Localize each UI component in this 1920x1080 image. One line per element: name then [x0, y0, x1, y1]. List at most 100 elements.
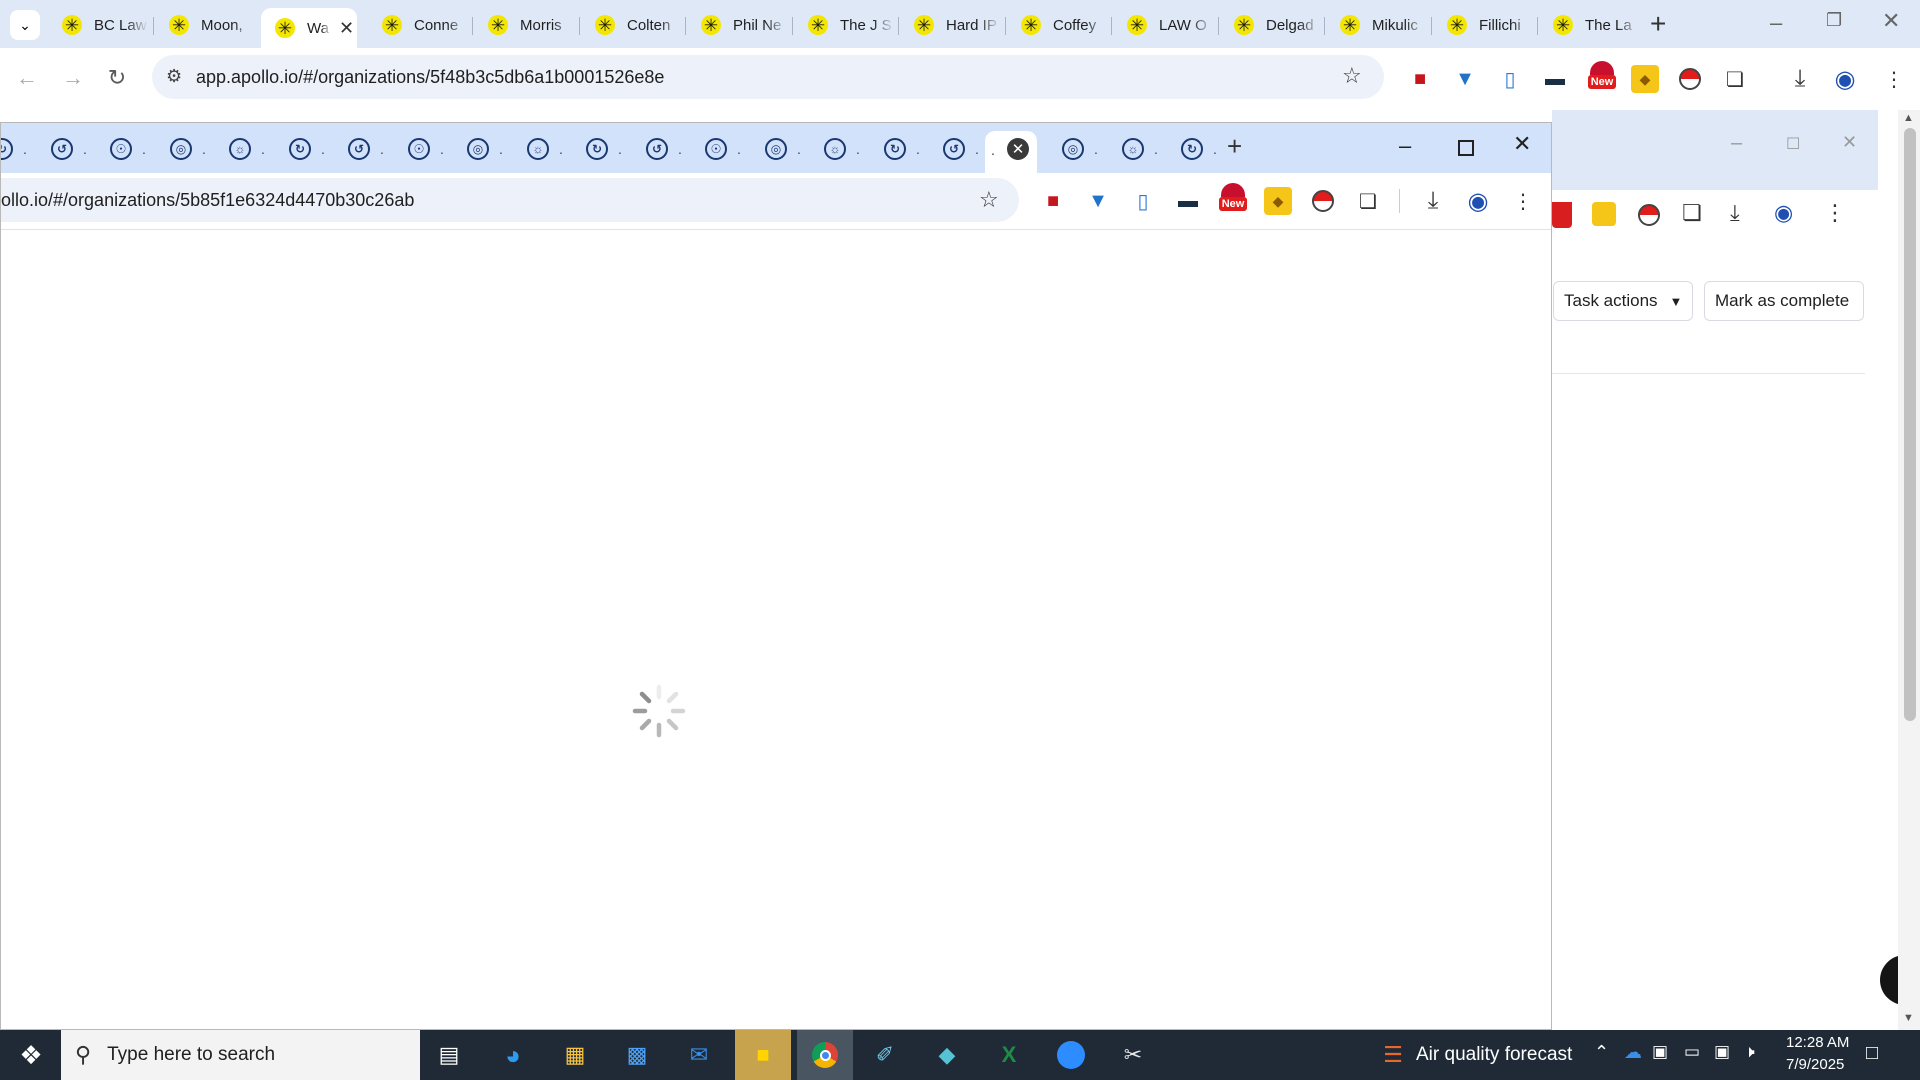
profile-avatar-icon[interactable]: ◉: [1464, 187, 1492, 215]
close-window-button[interactable]: ✕: [1882, 8, 1900, 34]
browser-tab[interactable]: ☉.: [110, 135, 146, 163]
download-icon[interactable]: ⤓: [1786, 65, 1814, 93]
extensions-puzzle-icon[interactable]: ❏: [1721, 65, 1749, 93]
new-extension-icon[interactable]: New: [1217, 183, 1249, 211]
shield-extension-icon[interactable]: ▼: [1084, 187, 1112, 215]
clock-date[interactable]: 7/9/2025: [1786, 1056, 1844, 1073]
maximize-button[interactable]: [1458, 140, 1474, 156]
microsoft-store-icon[interactable]: ▩: [620, 1039, 654, 1071]
browser-tab[interactable]: ✳ The J S: [794, 8, 894, 42]
browser-tab[interactable]: ☉.: [705, 135, 741, 163]
coupon-extension-icon[interactable]: [1592, 202, 1616, 226]
browser-tab[interactable]: ✳ Colten: [581, 8, 681, 42]
inner-close-icon[interactable]: ✕: [1842, 132, 1857, 153]
network-icon[interactable]: ▣: [1714, 1042, 1730, 1062]
mail-icon[interactable]: ✉: [682, 1039, 716, 1071]
file-explorer-icon[interactable]: ▦: [558, 1039, 592, 1071]
sticky-notes-icon[interactable]: ■: [746, 1039, 780, 1071]
extensions-puzzle-icon[interactable]: ❏: [1682, 200, 1702, 226]
show-hidden-icons-chevron-icon[interactable]: ⌃: [1594, 1042, 1609, 1063]
scroll-down-arrow-icon[interactable]: ▼: [1903, 1012, 1914, 1024]
extensions-puzzle-icon[interactable]: ❏: [1354, 187, 1382, 215]
pokeball-extension-icon[interactable]: [1638, 204, 1660, 226]
back-arrow-icon[interactable]: ←: [10, 61, 44, 95]
browser-tab[interactable]: ◎.: [1062, 135, 1098, 163]
browser-tab[interactable]: ✳ Wa ✕: [261, 8, 357, 48]
windows-start-icon[interactable]: ❖: [14, 1039, 48, 1071]
more-menu-icon[interactable]: ⋮: [1880, 65, 1908, 93]
browser-tab[interactable]: ☼.: [1122, 135, 1158, 163]
browser-tab[interactable]: ↺.: [348, 135, 384, 163]
zoom-icon[interactable]: [1054, 1039, 1088, 1071]
edge-browser-icon[interactable]: ◕: [496, 1039, 530, 1071]
browser-tab[interactable]: ◎.: [467, 135, 503, 163]
pdf-extension-icon[interactable]: ■: [1406, 65, 1434, 93]
browser-tab[interactable]: ✳ Mikulic: [1326, 8, 1426, 42]
excel-icon[interactable]: X: [992, 1039, 1026, 1071]
browser-tab[interactable]: ↻.: [884, 135, 920, 163]
close-tab-icon[interactable]: ✕: [1007, 138, 1029, 160]
browser-tab[interactable]: ↻.: [1, 135, 27, 163]
task-view-icon[interactable]: ▤: [432, 1039, 466, 1071]
reload-icon[interactable]: ↻: [100, 61, 134, 95]
new-extension-icon[interactable]: [1552, 202, 1572, 228]
browser-tab[interactable]: ☼.: [527, 135, 563, 163]
browser-tab[interactable]: ✳ Delgad: [1220, 8, 1320, 42]
inner-minimize-icon[interactable]: –: [1731, 132, 1742, 155]
new-tab-button[interactable]: +: [1650, 8, 1666, 40]
restore-button[interactable]: ❐: [1826, 10, 1842, 31]
minimize-button[interactable]: –: [1399, 133, 1411, 159]
bookmark-star-icon[interactable]: ☆: [1342, 63, 1362, 89]
browser-tab[interactable]: ✳ Moon,: [155, 8, 255, 42]
browser-tab[interactable]: ✳ Fillichi: [1433, 8, 1533, 42]
profile-avatar-icon[interactable]: ◉: [1831, 65, 1859, 93]
close-tab-icon[interactable]: ✕: [339, 18, 354, 39]
pdf-extension-icon[interactable]: ■: [1039, 187, 1067, 215]
task-actions-dropdown[interactable]: Task actions ▼: [1553, 281, 1693, 321]
site-info-icon[interactable]: ⚙: [166, 66, 182, 87]
close-window-button[interactable]: ✕: [1513, 131, 1531, 157]
download-icon[interactable]: ⤓: [1419, 187, 1447, 215]
browser-tab[interactable]: ✳ BC Law: [48, 8, 148, 42]
browser-tab[interactable]: ↻.: [586, 135, 622, 163]
browser-tab[interactable]: ✳ Phil Ne: [687, 8, 787, 42]
new-tab-button[interactable]: +: [1227, 131, 1242, 162]
browser-tab[interactable]: ✳ Morris: [474, 8, 574, 42]
chrome-icon[interactable]: [808, 1039, 842, 1071]
browser-tab[interactable]: ◎.: [170, 135, 206, 163]
browser-tab[interactable]: ↺.: [943, 135, 979, 163]
active-tab[interactable]: . ✕: [985, 131, 1037, 173]
snipping-tool-icon[interactable]: ✂: [1116, 1039, 1150, 1071]
browser-tab[interactable]: ☼.: [229, 135, 265, 163]
weather-text[interactable]: Air quality forecast: [1416, 1044, 1572, 1066]
address-bar[interactable]: ollo.io/#/organizations/5b85f1e6324d4470…: [1, 178, 1019, 222]
browser-tab[interactable]: ↺.: [51, 135, 87, 163]
scrollbar-thumb[interactable]: [1904, 128, 1916, 721]
more-menu-icon[interactable]: ⋮: [1824, 200, 1846, 226]
meet-now-icon[interactable]: ▣: [1652, 1042, 1668, 1062]
browser-tab[interactable]: ↻.: [1181, 135, 1217, 163]
profile-avatar-icon[interactable]: ◉: [1774, 200, 1793, 226]
browser-tab[interactable]: ◎.: [765, 135, 801, 163]
address-bar[interactable]: ⚙ app.apollo.io/#/organizations/5f48b3c5…: [152, 55, 1384, 99]
wallet-extension-icon[interactable]: ▬: [1541, 65, 1569, 93]
pokeball-extension-icon[interactable]: [1309, 187, 1337, 215]
clock-time[interactable]: 12:28 AM: [1786, 1034, 1849, 1051]
volume-muted-icon[interactable]: 🕨: [1744, 1042, 1755, 1062]
browser-tab[interactable]: ✳ The La: [1539, 8, 1639, 42]
pokeball-extension-icon[interactable]: [1676, 65, 1704, 93]
browser-tab[interactable]: ✳ Hard IP: [900, 8, 1000, 42]
bookmark-star-icon[interactable]: ☆: [979, 187, 999, 213]
coupon-extension-icon[interactable]: ◆: [1631, 65, 1659, 93]
notifications-icon[interactable]: □: [1866, 1042, 1878, 1065]
browser-tab[interactable]: ↺.: [646, 135, 682, 163]
battery-icon[interactable]: ▭: [1684, 1042, 1700, 1062]
browser-tab[interactable]: ↻.: [289, 135, 325, 163]
browser-tab[interactable]: ✳ Coffey: [1007, 8, 1107, 42]
weather-icon[interactable]: ☰: [1376, 1039, 1410, 1071]
tab-search-chevron-icon[interactable]: ⌄: [10, 10, 40, 40]
docs-extension-icon[interactable]: ▯: [1129, 187, 1157, 215]
browser-tab[interactable]: ☼.: [824, 135, 860, 163]
browser-tab[interactable]: ✳ LAW O: [1113, 8, 1213, 42]
browser-tab[interactable]: ☉.: [408, 135, 444, 163]
